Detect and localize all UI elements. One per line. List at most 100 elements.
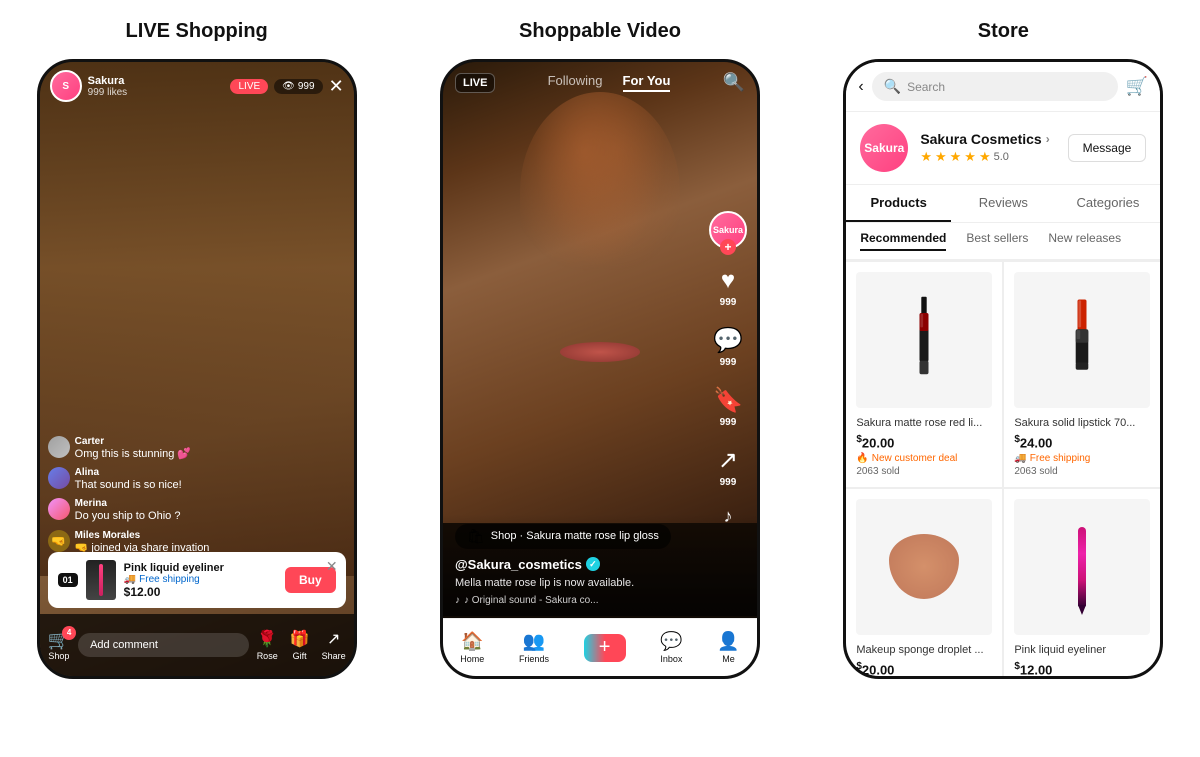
product-item[interactable]: Pink liquid eyeliner $12.00 xyxy=(1004,489,1160,676)
store-column: Store ‹ 🔍 Search 🛒 Sakura xyxy=(817,20,1190,679)
sponge-graphic xyxy=(889,534,959,599)
close-product-button[interactable]: ✕ xyxy=(326,558,338,575)
product-name: Makeup sponge droplet ... xyxy=(856,643,992,657)
video-bottom-nav: 🏠 Home 👥 Friends + 💬 Inbox xyxy=(443,618,757,676)
bookmark-button[interactable]: 🔖 999 xyxy=(713,386,743,428)
following-tab[interactable]: Following xyxy=(548,73,603,92)
for-you-tab[interactable]: For You xyxy=(623,73,671,92)
chat-avatar: 🤜 xyxy=(48,530,70,552)
store-brand-section: Sakura Sakura Cosmetics › ★ ★ ★ ★ ★ 5. xyxy=(846,112,1160,185)
like-button[interactable]: ♥ 999 xyxy=(720,267,737,308)
product-number: 01 xyxy=(58,573,78,587)
home-icon: 🏠 xyxy=(461,631,483,652)
fire-icon: 🔥 xyxy=(856,453,868,464)
live-username: Sakura xyxy=(88,75,231,87)
chat-username: Merina xyxy=(75,498,181,509)
product-info: Pink liquid eyeliner 🚚 Free shipping $12… xyxy=(124,562,285,599)
subtab-best-sellers[interactable]: Best sellers xyxy=(966,231,1028,251)
rose-button[interactable]: 🌹 Rose xyxy=(257,629,278,661)
product-item[interactable]: Sakura matte rose red li... $20.00 🔥New … xyxy=(846,262,1002,487)
me-nav-item[interactable]: 👤 Me xyxy=(717,631,739,664)
gift-label: Gift xyxy=(293,651,307,661)
live-badge: LIVE xyxy=(230,79,268,94)
verified-icon: ✓ xyxy=(586,557,600,571)
eyeliner-tip xyxy=(1078,605,1086,615)
store-main-tabs: Products Reviews Categories xyxy=(846,185,1160,223)
share-button[interactable]: ↗ 999 xyxy=(718,446,738,488)
live-shopping-title: LIVE Shopping xyxy=(126,20,268,43)
brand-stars: ★ ★ ★ ★ ★ 5.0 xyxy=(920,149,1055,165)
gift-button[interactable]: 🎁 Gift xyxy=(290,629,310,661)
create-button[interactable]: + xyxy=(584,634,626,662)
plus-icon: + xyxy=(599,636,611,659)
shop-button[interactable]: 🛒 4 Shop xyxy=(48,630,70,661)
live-top-bar: S Sakura 999 likes LIVE 👁 999 ✕ xyxy=(40,62,354,110)
store-top-bar: ‹ 🔍 Search 🛒 xyxy=(846,62,1160,112)
bookmark-icon: 🔖 xyxy=(713,386,743,415)
sold-count: 2063 sold xyxy=(856,466,992,477)
live-viewer-badge: 👁 999 xyxy=(274,79,322,94)
brand-name: Sakura Cosmetics › xyxy=(920,131,1055,147)
close-live-button[interactable]: ✕ xyxy=(329,76,344,97)
search-icon[interactable]: 🔍 xyxy=(723,72,745,93)
product-price: $24.00 xyxy=(1014,434,1150,450)
product-image xyxy=(1014,272,1150,408)
search-icon: 🔍 xyxy=(884,78,901,95)
bookmark-count: 999 xyxy=(720,417,737,428)
face-highlight xyxy=(520,92,680,292)
shop-product-tag[interactable]: 🛍 Shop · Sakura matte rose lip gloss xyxy=(455,524,671,549)
home-nav-item[interactable]: 🏠 Home xyxy=(460,631,484,664)
share-icon: ↗ xyxy=(327,629,340,649)
back-button[interactable]: ‹ xyxy=(858,78,863,96)
shoppable-video-title: Shoppable Video xyxy=(519,20,681,43)
comment-count: 999 xyxy=(720,357,737,368)
tab-reviews[interactable]: Reviews xyxy=(951,185,1056,222)
home-label: Home xyxy=(460,654,484,664)
chat-message: Alina That sound is so nice! xyxy=(48,467,346,492)
subtab-new-releases[interactable]: New releases xyxy=(1048,231,1121,251)
chevron-right-icon: › xyxy=(1046,132,1050,146)
comment-button[interactable]: 💬 999 xyxy=(713,326,743,368)
product-thumbnail xyxy=(86,560,116,600)
sold-count: 2063 sold xyxy=(1014,466,1150,477)
product-price: $20.00 xyxy=(856,661,992,676)
shop-label: Shop xyxy=(48,651,69,661)
store-phone: ‹ 🔍 Search 🛒 Sakura Sakura Cosmetics › xyxy=(843,59,1163,679)
chat-avatar xyxy=(48,436,70,458)
product-item[interactable]: Sakura solid lipstick 70... $24.00 🚚Free… xyxy=(1004,262,1160,487)
brand-info: Sakura Cosmetics › ★ ★ ★ ★ ★ 5.0 xyxy=(920,131,1055,165)
truck-icon: 🚚 xyxy=(1014,453,1026,464)
inbox-icon: 💬 xyxy=(660,631,682,652)
tab-products[interactable]: Products xyxy=(846,185,951,222)
comment-input[interactable]: Add comment xyxy=(78,633,249,657)
share-button[interactable]: ↗ Share xyxy=(322,629,346,661)
search-placeholder: Search xyxy=(907,80,945,94)
chat-message: Merina Do you ship to Ohio ? xyxy=(48,498,346,523)
live-shopping-column: LIVE Shopping S Sakura 999 likes LIVE 👁 xyxy=(10,20,383,679)
message-button[interactable]: Message xyxy=(1068,134,1147,162)
chat-username: Carter xyxy=(75,436,191,447)
product-image xyxy=(856,272,992,408)
search-box[interactable]: 🔍 Search xyxy=(872,72,1118,101)
subtab-recommended[interactable]: Recommended xyxy=(860,231,946,251)
free-shipping-label: 🔥New customer deal xyxy=(856,453,992,464)
shop-tag-text: Shop · Sakura matte rose lip gloss xyxy=(491,530,659,542)
tab-categories[interactable]: Categories xyxy=(1056,185,1161,222)
chat-text: Do you ship to Ohio ? xyxy=(75,509,181,523)
lip-area xyxy=(560,342,640,362)
share-icon: ↗ xyxy=(718,446,738,475)
product-item[interactable]: Makeup sponge droplet ... $20.00 xyxy=(846,489,1002,676)
live-product-card: ✕ 01 Pink liquid eyeliner 🚚 Free shippin… xyxy=(48,552,346,608)
video-top-bar: LIVE Following For You 🔍 xyxy=(443,62,757,103)
chat-avatar xyxy=(48,467,70,489)
inbox-nav-item[interactable]: 💬 Inbox xyxy=(660,631,682,664)
creator-username: @Sakura_cosmetics ✓ xyxy=(455,557,745,572)
product-thumb-graphic xyxy=(99,564,103,596)
product-name: Sakura solid lipstick 70... xyxy=(1014,416,1150,430)
bottom-actions: 🌹 Rose 🎁 Gift ↗ Share xyxy=(257,629,346,661)
star-icon: ★ xyxy=(964,149,976,165)
cart-button[interactable]: 🛒 xyxy=(1126,76,1148,97)
eyeliner-graphic xyxy=(1078,522,1086,612)
creator-avatar[interactable]: Sakura + xyxy=(709,211,747,249)
friends-nav-item[interactable]: 👥 Friends xyxy=(519,631,549,664)
